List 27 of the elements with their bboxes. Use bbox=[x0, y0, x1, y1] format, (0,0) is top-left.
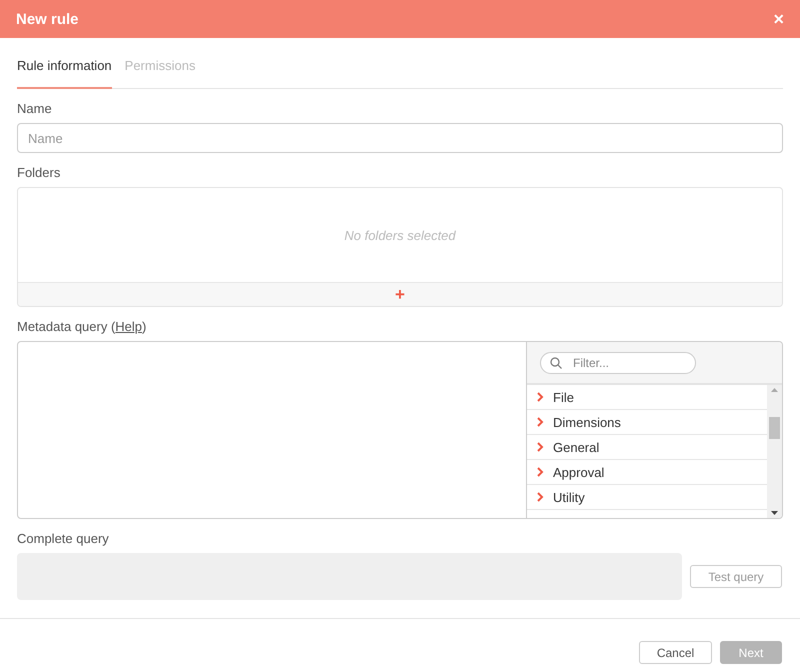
scrollbar-thumb[interactable] bbox=[769, 416, 780, 438]
scroll-up-icon[interactable] bbox=[771, 388, 778, 392]
category-row[interactable]: File bbox=[527, 385, 767, 410]
search-icon bbox=[550, 356, 562, 368]
category-row[interactable]: General bbox=[527, 435, 767, 460]
chevron-right-icon bbox=[537, 392, 544, 402]
cancel-button[interactable]: Cancel bbox=[639, 641, 712, 664]
tab[interactable]: Rule information bbox=[17, 50, 112, 89]
category-row[interactable]: Utility bbox=[527, 485, 767, 510]
dialog-title: New rule bbox=[16, 10, 79, 28]
name-input[interactable]: Name bbox=[17, 123, 783, 153]
filter-field[interactable]: Filter... bbox=[540, 352, 696, 374]
chevron-right-icon bbox=[537, 417, 544, 427]
category-row[interactable]: Dimensions bbox=[527, 410, 767, 435]
chevron-right-icon bbox=[537, 442, 544, 452]
scroll-down-icon[interactable] bbox=[771, 511, 778, 515]
chevron-right-icon bbox=[537, 492, 544, 502]
field-label: Metadata query (Help) bbox=[17, 319, 148, 334]
scrollbar[interactable] bbox=[767, 385, 782, 518]
field-label: Complete query bbox=[17, 531, 110, 546]
category-row[interactable]: Approval bbox=[527, 460, 767, 485]
chevron-right-icon bbox=[537, 467, 544, 477]
field-label: Name bbox=[17, 101, 53, 116]
empty-message: No folders selected bbox=[344, 228, 456, 242]
field-label: Folders bbox=[17, 165, 62, 180]
help-link[interactable]: Help bbox=[115, 319, 142, 334]
query-editor[interactable] bbox=[17, 341, 527, 519]
